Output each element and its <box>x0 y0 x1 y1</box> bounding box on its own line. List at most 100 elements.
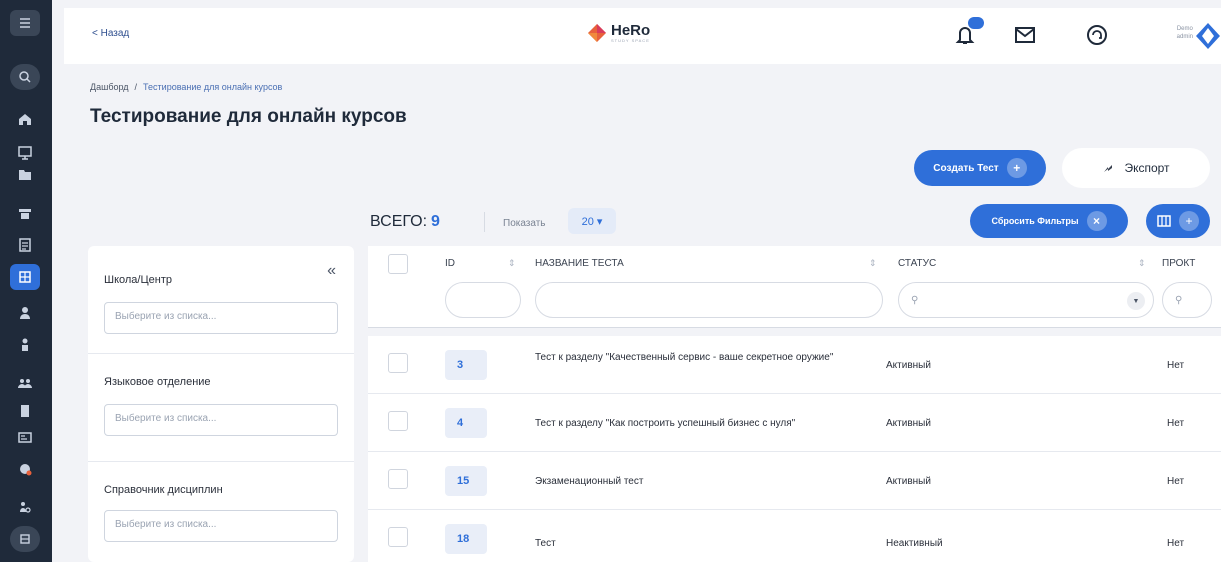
row-name[interactable]: Тест к разделу "Качественный сервис - ва… <box>535 352 885 365</box>
table-row[interactable]: 3 Тест к разделу "Качественный сервис - … <box>368 336 1221 394</box>
total-label: ВСЕГО: <box>370 213 428 230</box>
tests-table: ID ⇕ НАЗВАНИЕ ТЕСТА ⇕ СТАТУС ⇕ ПРОКТ ⚲ ▼… <box>368 246 1221 562</box>
mail-icon[interactable] <box>1012 22 1038 48</box>
table-row[interactable]: 15 Экзаменационный тест Активный Нет <box>368 452 1221 510</box>
page-size-label: Показать <box>503 218 546 229</box>
document-icon[interactable] <box>10 398 40 424</box>
report-icon[interactable] <box>10 232 40 258</box>
row-id[interactable]: 18 <box>445 524 487 554</box>
table-row[interactable]: 18 Тест Неактивный Нет <box>368 510 1221 562</box>
group-icon[interactable] <box>10 370 40 396</box>
total-count: ВСЕГО: 9 <box>370 213 440 231</box>
folder-icon[interactable] <box>10 162 40 188</box>
sort-icon[interactable]: ⇕ <box>869 258 877 269</box>
row-name[interactable]: Тест к разделу "Как построить успешный б… <box>535 418 885 431</box>
top-bar: < Назад HeRo STUDY SPACE Demo admin <box>64 8 1221 64</box>
logo-mark-icon <box>588 24 606 42</box>
divider <box>484 212 485 232</box>
status-filter-select[interactable]: ⚲ ▼ <box>898 282 1154 318</box>
avatar[interactable] <box>1195 22 1221 50</box>
select-all-checkbox[interactable] <box>388 254 408 274</box>
user-icon[interactable] <box>10 300 40 326</box>
columns-button[interactable]: + <box>1146 204 1210 238</box>
row-status: Активный <box>886 418 931 429</box>
row-checkbox[interactable] <box>388 527 408 547</box>
share-icon <box>1104 165 1113 172</box>
close-icon: × <box>1086 211 1107 231</box>
people-icon[interactable] <box>10 494 40 520</box>
row-status: Активный <box>886 360 931 371</box>
tools-icon[interactable] <box>10 200 40 226</box>
filter-label: Школа/Центр <box>104 274 172 286</box>
breadcrumb-separator: / <box>134 82 138 92</box>
filter-label: Справочник дисциплин <box>104 484 223 496</box>
table-header: ID ⇕ НАЗВАНИЕ ТЕСТА ⇕ СТАТУС ⇕ ПРОКТ ⚲ ▼… <box>368 246 1221 328</box>
row-proctoring: Нет <box>1167 476 1185 487</box>
reset-filters-label: Сбросить Фильтры <box>991 216 1079 226</box>
notification-badge <box>968 17 984 29</box>
support-chat-icon[interactable] <box>1084 22 1110 48</box>
table-row[interactable]: 4 Тест к разделу "Как построить успешный… <box>368 394 1221 452</box>
chevron-down-icon[interactable]: ▼ <box>1127 292 1145 310</box>
column-header-id[interactable]: ID <box>445 258 455 269</box>
row-checkbox[interactable] <box>388 411 408 431</box>
breadcrumb-current: Тестирование для онлайн курсов <box>143 82 283 92</box>
card-icon[interactable] <box>10 424 40 450</box>
page-size-select[interactable]: 20 ▾ <box>568 208 616 234</box>
total-value: 9 <box>431 213 440 230</box>
layout-icon[interactable] <box>10 526 40 552</box>
grid-icon[interactable] <box>10 264 40 290</box>
row-checkbox[interactable] <box>388 469 408 489</box>
row-id[interactable]: 4 <box>445 408 487 438</box>
row-status: Активный <box>886 476 931 487</box>
row-status: Неактивный <box>886 538 943 549</box>
sort-icon[interactable]: ⇕ <box>508 258 516 269</box>
page-title: Тестирование для онлайн курсов <box>90 106 407 127</box>
globe-icon[interactable] <box>10 456 40 482</box>
create-test-label: Создать Тест <box>933 162 999 174</box>
id-filter-input[interactable] <box>445 282 521 318</box>
back-link[interactable]: < Назад <box>92 28 129 39</box>
row-id[interactable]: 15 <box>445 466 487 496</box>
logo[interactable]: HeRo STUDY SPACE <box>586 22 650 44</box>
row-name[interactable]: Тест <box>535 538 885 551</box>
logo-text: HeRo <box>611 22 651 39</box>
school-select[interactable]: Выберите из списка... <box>104 302 338 334</box>
filter-label: Языковое отделение <box>104 376 211 388</box>
column-header-name[interactable]: НАЗВАНИЕ ТЕСТА <box>535 258 624 269</box>
disciplines-select[interactable]: Выберите из списка... <box>104 510 338 542</box>
row-proctoring: Нет <box>1167 360 1185 371</box>
search-icon: ⚲ <box>1175 294 1183 306</box>
language-department-select[interactable]: Выберите из списка... <box>104 404 338 436</box>
row-proctoring: Нет <box>1167 418 1185 429</box>
row-proctoring: Нет <box>1167 538 1185 549</box>
search-icon[interactable] <box>10 64 40 90</box>
bell-icon[interactable] <box>952 17 984 48</box>
filter-section-disciplines: Справочник дисциплин Выберите из списка.… <box>88 462 354 562</box>
plus-icon: + <box>1179 211 1199 231</box>
search-icon: ⚲ <box>911 294 919 306</box>
person-icon[interactable] <box>10 332 40 358</box>
proctoring-filter-select[interactable]: ⚲ <box>1162 282 1212 318</box>
columns-icon <box>1157 215 1171 227</box>
row-name[interactable]: Экзаменационный тест <box>535 476 885 489</box>
row-id[interactable]: 3 <box>445 350 487 380</box>
breadcrumb-home[interactable]: Дашборд <box>90 82 129 92</box>
home-icon[interactable] <box>10 106 40 132</box>
row-checkbox[interactable] <box>388 353 408 373</box>
menu-icon[interactable] <box>10 10 40 36</box>
filter-section-language: Языковое отделение Выберите из списка... <box>88 354 354 462</box>
logo-subtitle: STUDY SPACE <box>611 38 650 43</box>
sort-icon[interactable]: ⇕ <box>1138 258 1146 269</box>
plus-icon: + <box>1006 158 1027 178</box>
export-button[interactable]: Экспорт <box>1062 148 1210 188</box>
reset-filters-button[interactable]: Сбросить Фильтры × <box>970 204 1128 238</box>
export-label: Экспорт <box>1124 161 1170 175</box>
column-header-proctoring[interactable]: ПРОКТ <box>1162 258 1195 269</box>
create-test-button[interactable]: Создать Тест + <box>914 150 1046 186</box>
filter-section-school: Школа/Центр Выберите из списка... <box>88 246 354 354</box>
user-name[interactable]: Demo admin <box>1177 26 1193 42</box>
name-filter-input[interactable] <box>535 282 883 318</box>
breadcrumb: Дашборд / Тестирование для онлайн курсов <box>90 82 282 92</box>
column-header-status[interactable]: СТАТУС <box>898 258 936 269</box>
